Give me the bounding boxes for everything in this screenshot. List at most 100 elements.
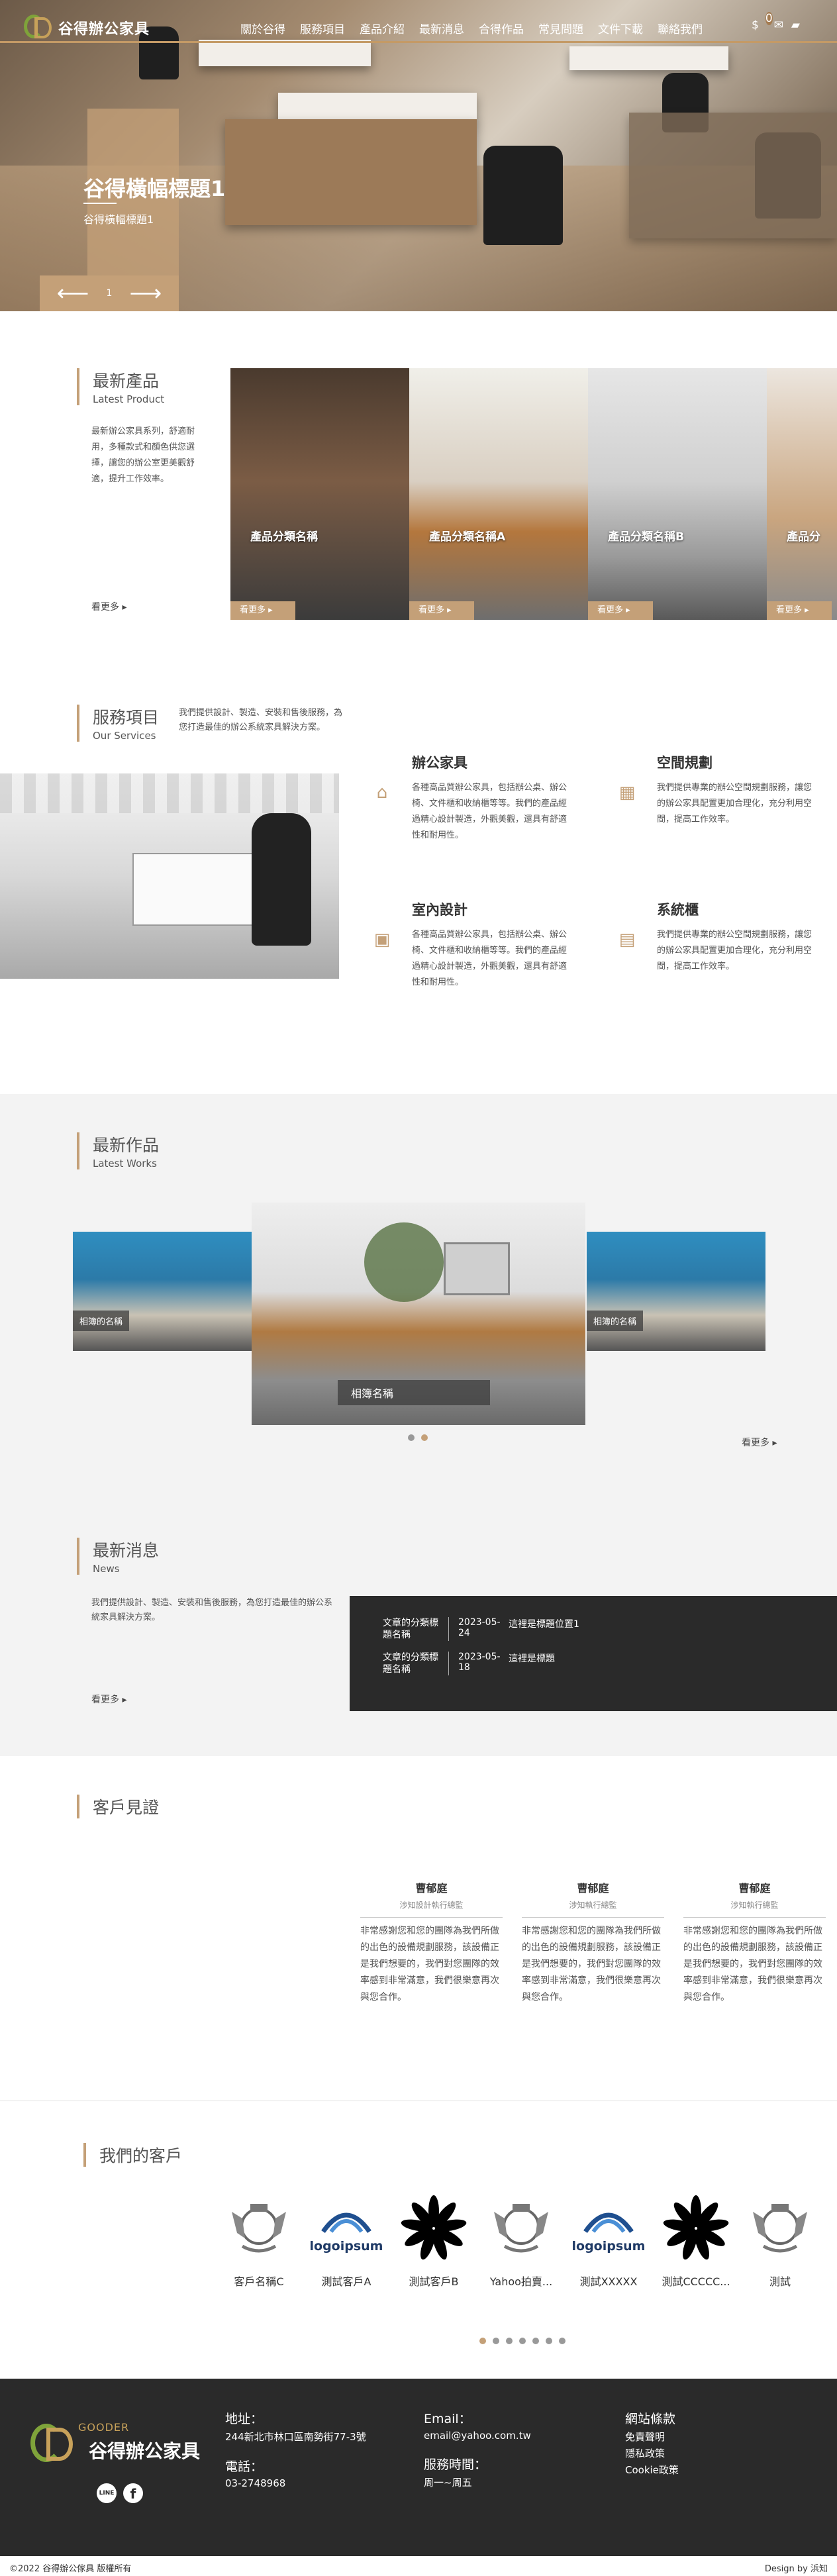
works-title-en: Latest Works [93,1158,157,1169]
product-label: 產品分 [787,530,820,544]
hero-slider-controls: ⟵ 1 ⟶ [40,275,179,311]
services-title-zh: 服務項目 [93,708,160,727]
hero-page-number: 1 [106,288,113,299]
product-card[interactable]: 產品分類名稱 看更多 ▸ [230,368,409,620]
pagination-dot[interactable] [532,2338,539,2344]
pagination-dot[interactable] [506,2338,513,2344]
footer-hours-label: 服務時間： [424,2457,487,2472]
main-nav: 關於谷得 服務項目 產品介紹 最新消息 合得作品 常見問題 文件下載 聯絡我們 [233,20,710,36]
news-date: 2023-05-18 [458,1652,501,1673]
nav-item-services[interactable]: 服務項目 [293,20,352,36]
footer-link-disclaimer[interactable]: 免責聲明 [625,2430,679,2444]
nav-item-about[interactable]: 關於谷得 [233,20,293,36]
nav-item-contact[interactable]: 聯絡我們 [650,20,710,36]
pagination-dot[interactable] [493,2338,499,2344]
product-image [588,368,767,620]
footer-email-label: Email： [424,2412,471,2426]
news-more-link[interactable]: 看更多 ▸ [91,1693,126,1706]
nav-underline [0,41,837,43]
footer-logo-mark-icon [30,2418,83,2471]
works-more-link[interactable]: 看更多 ▸ [742,1436,777,1449]
client-name: 測試 [769,2275,791,2288]
client-name: 客戶名稱C [234,2275,284,2288]
news-list: 文章的分類標題名稱 2023-05-24 這裡是標題位置1 文章的分類標題名稱 … [350,1596,837,1711]
calendar-icon: ▦ [618,783,636,803]
product-more-button[interactable]: 看更多 ▸ [409,601,474,620]
site-logo[interactable]: 谷得辦公家具 [24,15,150,41]
footer-email-value[interactable]: email@yahoo.com.tw [424,2430,531,2442]
products-more-link[interactable]: 看更多 ▸ [91,600,126,613]
pagination-dot[interactable] [559,2338,566,2344]
arrow-left-icon[interactable]: ⟵ [57,282,89,305]
client-logo[interactable]: 測試CCCCC... [653,2192,739,2289]
footer-social: LINE f [97,2483,143,2503]
design-credit[interactable]: Design by 浜知 [765,2561,828,2574]
product-more-button[interactable]: 看更多 ▸ [767,601,832,620]
pagination-dot[interactable] [519,2338,526,2344]
footer-link-cookie[interactable]: Cookie政策 [625,2463,679,2477]
facebook-icon[interactable]: f [123,2483,143,2503]
service-text: 我們提供專業的辦公空間規劃服務，讓您的辦公家具配置更加合理化，充分利用空間，提高… [657,783,812,824]
testimonial-role: 涉知設計執行總監 [399,1901,464,1910]
clients-title: 我們的客戶 [99,2146,183,2165]
client-name: 測試CCCCC... [662,2275,730,2288]
testimonials-title: 客戶見證 [93,1798,160,1817]
client-logo[interactable]: 測試客戶B [391,2192,477,2289]
nav-item-products[interactable]: 產品介紹 [352,20,412,36]
nav-item-downloads[interactable]: 文件下載 [591,20,650,36]
footer-brand-en: GOODER [78,2421,130,2434]
laptop-icon: ⌂ [376,783,388,803]
testimonial-name: 曹郁庭 [577,1882,609,1895]
clients-section-title: 我們的客戶 [83,2143,182,2167]
client-logo[interactable]: logoipsum 測試XXXXX [566,2192,652,2289]
product-card[interactable]: 產品分類名稱B 看更多 ▸ [588,368,767,620]
news-item[interactable]: 文章的分類標題名稱 2023-05-24 這裡是標題位置1 [383,1617,579,1641]
testimonial-divider [360,1917,503,1918]
pagination-dot-active[interactable] [479,2338,486,2344]
mail-icon[interactable]: ✉ [774,19,783,32]
footer-address-label: 地址： [225,2412,264,2426]
pagination-dot-active[interactable] [421,1434,428,1441]
cart-icon[interactable]: $0 [752,12,773,32]
client-logo[interactable]: Yahoo拍賣... [478,2192,564,2289]
work-card[interactable]: 相簿的名稱 [587,1232,765,1351]
service-item: ▤ 系統櫃 我們提供專業的辦公空間規劃服務，讓您的辦公家具配置更加合理化，充分利… [616,899,834,999]
line-icon[interactable]: LINE [97,2483,117,2503]
client-logo[interactable]: logoipsum 測試客戶A [303,2192,389,2289]
footer-phone-value[interactable]: 03-2748968 [225,2477,366,2489]
arrow-right-icon[interactable]: ⟶ [129,282,162,305]
nav-item-news[interactable]: 最新消息 [412,20,471,36]
pagination-dot[interactable] [408,1434,415,1441]
flower-icon [391,2192,477,2265]
product-more-button[interactable]: 看更多 ▸ [588,601,653,620]
service-text: 各種高品質辦公家具，包括辦公桌、辦公椅、文件櫃和收納櫃等等。我們的產品經過精心設… [412,930,567,987]
footer-link-privacy[interactable]: 隱私政策 [625,2446,679,2460]
logoipsum-icon: logoipsum [303,2192,389,2265]
product-card[interactable]: 產品分 看更多 ▸ [767,368,837,620]
news-item[interactable]: 文章的分類標題名稱 2023-05-18 這裡是標題 [383,1652,555,1675]
client-logo[interactable]: 測試 [740,2192,820,2289]
work-caption: 相簿的名稱 [73,1311,130,1331]
service-text: 我們提供專業的辦公空間規劃服務，讓您的辦公家具配置更加合理化，充分利用空間，提高… [657,930,812,971]
footer-terms-label: 網站條款 [625,2412,676,2426]
nav-item-works[interactable]: 合得作品 [471,20,531,36]
site-footer: GOODER 谷得辦公家具 LINE f 地址： 244新北市林口區南勢街77-… [0,2379,837,2556]
services-title-en: Our Services [93,730,156,742]
works-pagination [408,1434,428,1441]
product-card[interactable]: 產品分類名稱A 看更多 ▸ [409,368,588,620]
service-title: 辦公家具 [412,755,468,771]
chat-icon[interactable]: ▰ [791,19,800,32]
footer-terms: 網站條款 免責聲明 隱私政策 Cookie政策 [625,2409,679,2477]
svg-text:logoipsum: logoipsum [310,2239,383,2254]
product-more-button[interactable]: 看更多 ▸ [230,601,295,620]
services-section-title: 服務項目 Our Services [77,705,159,742]
client-logo[interactable]: 客戶名稱C [216,2192,302,2289]
work-card-featured[interactable]: 相簿名稱 [252,1203,585,1425]
pagination-dot[interactable] [546,2338,552,2344]
work-card[interactable]: 相簿的名稱 [73,1232,252,1351]
testimonial-name: 曹郁庭 [415,1882,448,1895]
nav-item-faq[interactable]: 常見問題 [531,20,591,36]
service-title: 空間規劃 [657,755,713,771]
footer-hours-value: 周一~周五 [424,2477,472,2489]
product-image [409,368,588,620]
